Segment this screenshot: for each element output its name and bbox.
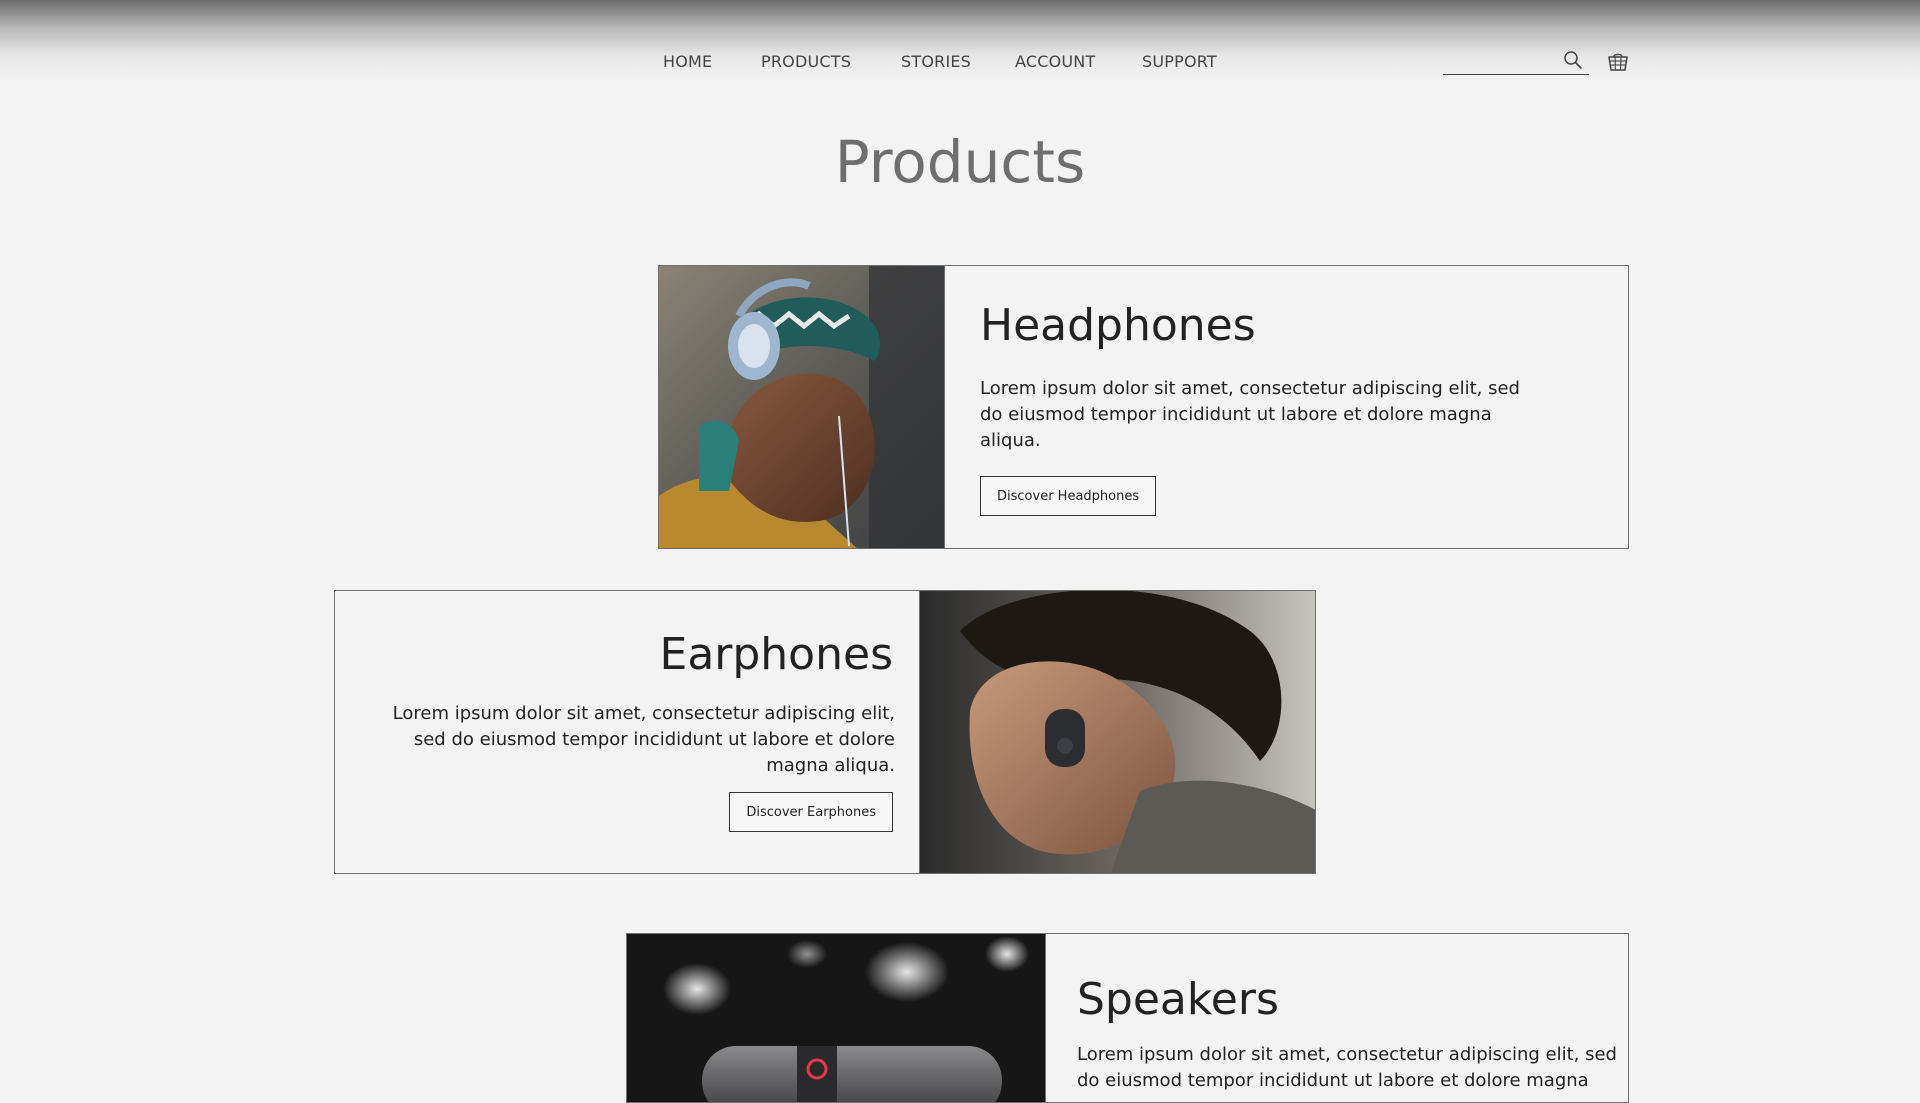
search-box (1443, 48, 1589, 75)
speakers-heading: Speakers (1077, 974, 1279, 1025)
headphones-description: Lorem ipsum dolor sit amet, consectetur … (980, 378, 1520, 451)
discover-headphones-button[interactable]: Discover Headphones (980, 476, 1157, 516)
nav-item-products[interactable]: PRODUCTS (761, 52, 851, 71)
speaker-photo (627, 934, 1045, 1102)
speakers-image (627, 934, 1046, 1102)
person-with-headphones-photo (659, 266, 944, 548)
header-gradient-bar (0, 0, 1920, 100)
search-input[interactable] (1443, 48, 1565, 74)
nav-item-home[interactable]: HOME (663, 52, 712, 71)
search-icon[interactable] (1563, 50, 1583, 70)
earphones-description: Lorem ipsum dolor sit amet, consectetur … (392, 703, 895, 776)
cart-icon[interactable] (1606, 50, 1630, 74)
product-card-headphones: Headphones Lorem ipsum dolor sit amet, c… (658, 265, 1629, 549)
headphones-image (659, 266, 945, 548)
earphones-image (919, 591, 1315, 873)
main-nav: HOME PRODUCTS STORIES ACCOUNT SUPPORT (0, 52, 1920, 76)
discover-earphones-button[interactable]: Discover Earphones (729, 792, 893, 832)
nav-item-stories[interactable]: STORIES (901, 52, 971, 71)
nav-item-support[interactable]: SUPPORT (1142, 52, 1217, 71)
page-title: Products (834, 128, 1086, 196)
person-with-earphone-photo (920, 591, 1315, 873)
product-card-earphones: Earphones Lorem ipsum dolor sit amet, co… (334, 590, 1316, 874)
speakers-description: Lorem ipsum dolor sit amet, consectetur … (1077, 1044, 1617, 1091)
product-card-speakers: Speakers Lorem ipsum dolor sit amet, con… (626, 933, 1629, 1103)
earphones-heading: Earphones (659, 629, 893, 680)
nav-item-account[interactable]: ACCOUNT (1015, 52, 1095, 71)
headphones-heading: Headphones (980, 300, 1256, 351)
